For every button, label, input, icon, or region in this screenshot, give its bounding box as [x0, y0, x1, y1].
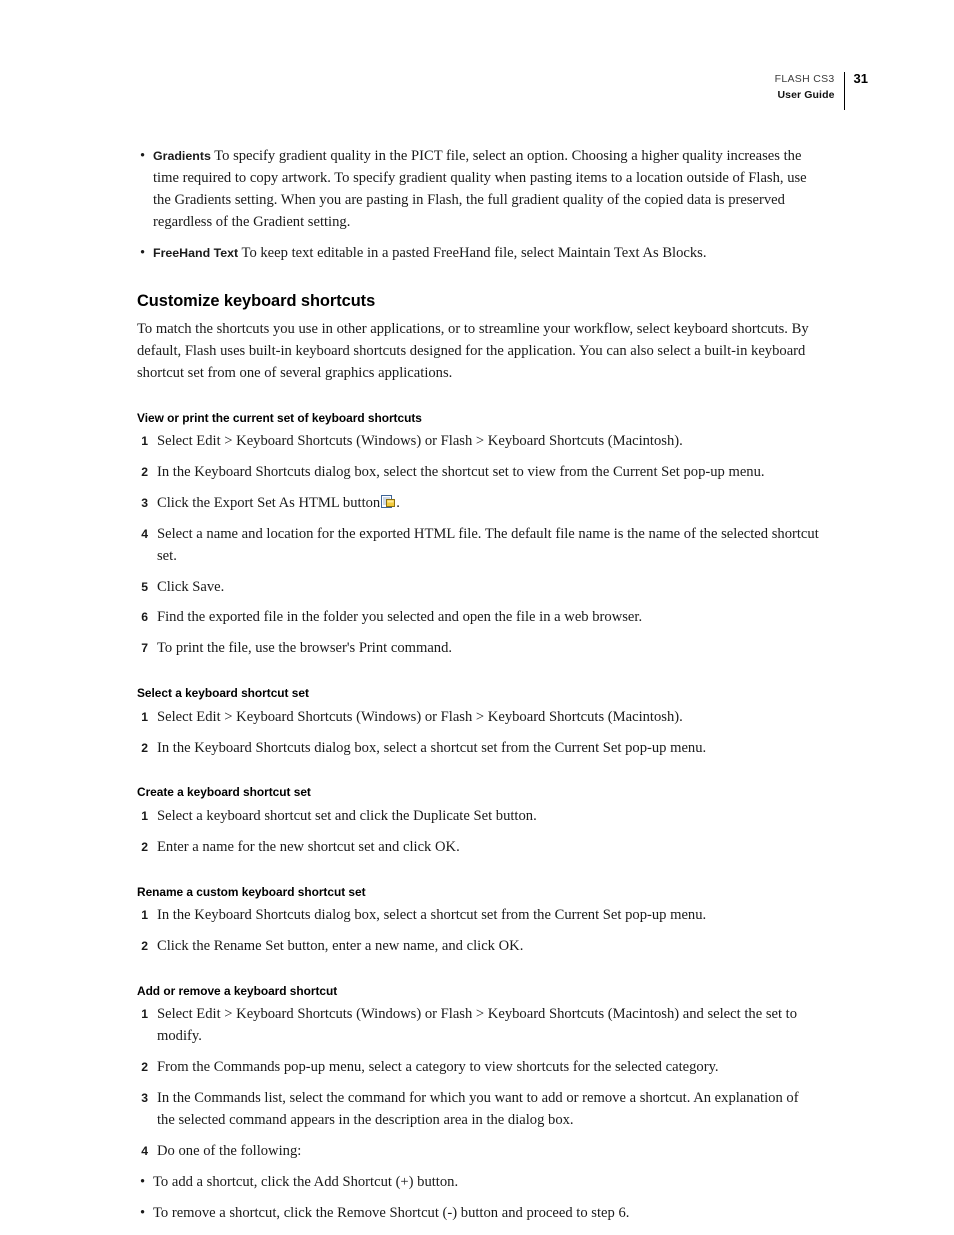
subsection-heading-rename-set: Rename a custom keyboard shortcut set [137, 884, 366, 899]
bullet-term: Gradients [153, 149, 211, 163]
step-number: 3 [141, 495, 148, 510]
step-text: In the Keyboard Shortcuts dialog box, se… [157, 463, 765, 480]
step-item: 4 Select a name and location for the exp… [137, 524, 819, 568]
header-guide-label: User Guide [777, 89, 835, 102]
bullet-dot-icon: • [140, 244, 146, 261]
step-item: 2 Click the Rename Set button, enter a n… [137, 936, 819, 958]
header-product-name: FLASH CS3 [774, 73, 835, 85]
step-number: 3 [141, 1091, 148, 1106]
step-item: 4 Do one of the following: [137, 1141, 819, 1163]
step-number: 2 [141, 839, 148, 854]
page-header: FLASH CS3 User Guide 31 [775, 71, 868, 112]
step-number: 2 [141, 939, 148, 954]
step-item: 1 Select Edit > Keyboard Shortcuts (Wind… [137, 431, 819, 453]
step-text: From the Commands pop-up menu, select a … [157, 1059, 719, 1076]
step-text-suffix: . [396, 494, 400, 511]
bullet-item: • Gradients To specify gradient quality … [137, 146, 819, 234]
step-number: 1 [141, 808, 148, 823]
subsection-heading-add-remove-shortcut: Add or remove a keyboard shortcut [137, 983, 338, 998]
bullet-item: • FreeHand Text To keep text editable in… [137, 243, 819, 265]
sub-bullet-text: To remove a shortcut, click the Remove S… [153, 1204, 630, 1221]
section-intro-paragraph: To match the shortcuts you use in other … [137, 320, 809, 381]
sub-bullet-item: • To add a shortcut, click the Add Short… [137, 1172, 819, 1194]
page-number: 31 [853, 71, 868, 86]
sub-bullet-text: To add a shortcut, click the Add Shortcu… [153, 1173, 459, 1190]
bullet-dot-icon: • [140, 1204, 146, 1221]
step-item: 2 From the Commands pop-up menu, select … [137, 1057, 819, 1079]
step-item: 1 Select Edit > Keyboard Shortcuts (Wind… [137, 1004, 819, 1048]
step-number: 1 [141, 709, 148, 724]
step-text: Select Edit > Keyboard Shortcuts (Window… [157, 1006, 798, 1045]
export-html-icon [381, 494, 396, 509]
step-text: Select Edit > Keyboard Shortcuts (Window… [157, 433, 683, 450]
bullet-text: To keep text editable in a pasted FreeHa… [241, 244, 707, 261]
step-text: Click Save. [157, 578, 225, 595]
step-item: 7 To print the file, use the browser's P… [137, 638, 819, 660]
step-item: 1 Select Edit > Keyboard Shortcuts (Wind… [137, 707, 819, 729]
step-text: In the Keyboard Shortcuts dialog box, se… [157, 907, 707, 924]
step-item: 3 Click the Export Set As HTML button. [137, 493, 819, 515]
step-text: In the Commands list, select the command… [157, 1090, 799, 1128]
step-number: 2 [141, 1060, 148, 1075]
step-item: 2 Enter a name for the new shortcut set … [137, 837, 819, 859]
step-text: Do one of the following: [157, 1142, 302, 1159]
step-item: 3 In the Commands list, select the comma… [137, 1088, 819, 1132]
step-number: 1 [141, 908, 148, 923]
bullet-term: FreeHand Text [153, 245, 239, 260]
step-number: 6 [141, 610, 148, 625]
step-item: 5 Click Save. [137, 577, 819, 599]
step-text: Select a keyboard shortcut set and click… [157, 807, 537, 824]
step-number: 7 [141, 641, 148, 656]
step-text: Click the Export Set As HTML button [157, 494, 381, 511]
step-text: Enter a name for the new shortcut set an… [157, 838, 460, 855]
step-number: 1 [141, 1007, 148, 1022]
subsection-heading-view-or-print: View or print the current set of keyboar… [137, 410, 422, 425]
step-text: To print the file, use the browser's Pri… [157, 640, 453, 657]
sub-bullet-item: • To remove a shortcut, click the Remove… [137, 1203, 819, 1225]
step-text: Find the exported file in the folder you… [157, 609, 643, 626]
step-number: 1 [141, 434, 148, 449]
step-number: 4 [141, 1143, 148, 1158]
step-item: 1 In the Keyboard Shortcuts dialog box, … [137, 905, 819, 927]
bullet-text: To specify gradient quality in the PICT … [153, 148, 807, 230]
step-number: 4 [141, 526, 148, 541]
step-item: 6 Find the exported file in the folder y… [137, 607, 819, 629]
header-titles: FLASH CS3 User Guide [775, 72, 844, 112]
step-number: 2 [141, 464, 148, 479]
page-content: • Gradients To specify gradient quality … [137, 146, 819, 1234]
section-title: Customize keyboard shortcuts [137, 292, 376, 311]
bullet-dot-icon: • [140, 148, 146, 164]
step-text: Click the Rename Set button, enter a new… [157, 938, 524, 955]
step-item: 2 In the Keyboard Shortcuts dialog box, … [137, 738, 819, 760]
bullet-dot-icon: • [140, 1173, 146, 1190]
step-item: 2 In the Keyboard Shortcuts dialog box, … [137, 462, 819, 484]
step-item: 1 Select a keyboard shortcut set and cli… [137, 806, 819, 828]
step-number: 2 [141, 740, 148, 755]
subsection-heading-create-set: Create a keyboard shortcut set [137, 785, 311, 800]
step-text: Select Edit > Keyboard Shortcuts (Window… [157, 708, 683, 725]
step-text: Select a name and location for the expor… [157, 525, 819, 564]
subsection-heading-select-set: Select a keyboard shortcut set [137, 686, 309, 701]
step-text: In the Keyboard Shortcuts dialog box, se… [157, 739, 707, 756]
step-number: 5 [141, 579, 148, 594]
